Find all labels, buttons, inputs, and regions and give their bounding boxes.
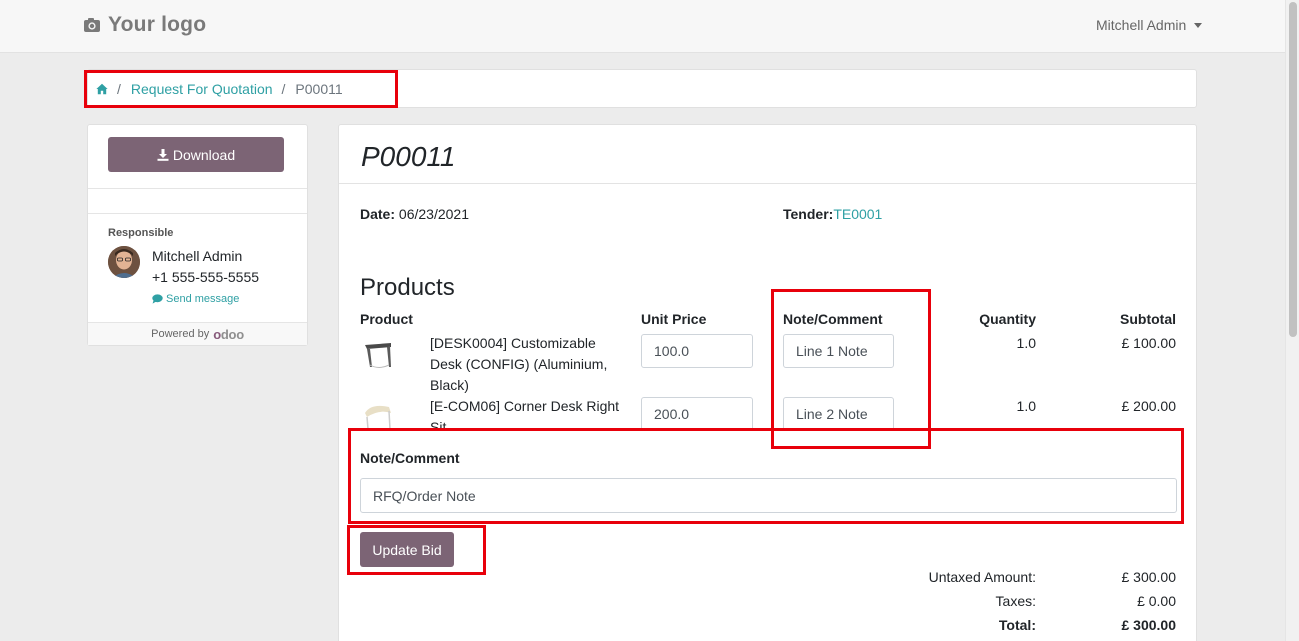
document-panel: P00011 Date: 06/23/2021 Tender:TE0001 Pr… <box>338 124 1197 641</box>
send-message-label: Send message <box>166 293 240 305</box>
line-note-input[interactable] <box>783 334 894 368</box>
responsible-label: Responsible <box>108 227 174 239</box>
odoo-logo[interactable]: odoo <box>213 327 244 342</box>
products-heading: Products <box>360 274 455 301</box>
responsible-phone: +1 555-555-5555 <box>152 269 260 285</box>
taxes-value: £ 0.00 <box>1137 593 1176 609</box>
user-menu[interactable]: Mitchell Admin <box>1096 17 1203 33</box>
top-navbar: Your logo Mitchell Admin <box>0 0 1285 53</box>
caret-down-icon <box>1194 22 1203 28</box>
divider <box>339 183 1196 184</box>
untaxed-amount-value: £ 300.00 <box>1121 569 1177 585</box>
subtotal-value: £ 200.00 <box>1121 398 1177 414</box>
breadcrumb-separator: / <box>117 80 121 97</box>
tender-link[interactable]: TE0001 <box>833 206 882 222</box>
order-date: Date: 06/23/2021 <box>360 206 469 222</box>
responsible-name: Mitchell Admin <box>152 248 243 264</box>
quantity-value: 1.0 <box>1016 335 1036 351</box>
line-note-input[interactable] <box>783 397 894 429</box>
powered-by: Powered by odoo <box>88 322 307 345</box>
product-image <box>365 405 391 429</box>
user-name: Mitchell Admin <box>1096 17 1187 33</box>
products-table-body: [DESK0004] Customizable Desk (CONFIG) (A… <box>339 325 1196 429</box>
quantity-value: 1.0 <box>1016 398 1036 414</box>
product-name: [DESK0004] Customizable Desk (CONFIG) (A… <box>430 335 608 393</box>
home-icon[interactable] <box>96 83 108 95</box>
breadcrumb-current: P00011 <box>295 80 343 97</box>
taxes-label: Taxes: <box>995 593 1036 609</box>
total-value: £ 300.00 <box>1121 617 1177 633</box>
download-button[interactable]: Download <box>108 137 284 172</box>
untaxed-amount-label: Untaxed Amount: <box>928 569 1036 585</box>
unit-price-input[interactable] <box>641 334 753 368</box>
total-label: Total: <box>998 617 1036 633</box>
unit-price-input[interactable] <box>641 397 753 429</box>
logo-text: Your logo <box>108 13 207 36</box>
update-bid-button[interactable]: Update Bid <box>360 532 454 567</box>
download-icon <box>157 148 169 161</box>
send-message-link[interactable]: Send message <box>152 293 239 305</box>
tender-info: Tender:TE0001 <box>783 206 882 222</box>
divider <box>88 188 307 189</box>
divider <box>88 213 307 214</box>
avatar-image <box>108 246 140 278</box>
page-scrollbar[interactable] <box>1285 0 1299 641</box>
subtotal-value: £ 100.00 <box>1121 335 1177 351</box>
scrollbar-thumb[interactable] <box>1289 2 1297 337</box>
odoo-logo-first: o <box>213 326 221 342</box>
avatar <box>108 246 140 278</box>
sidebar-panel: Download Responsible Mitchell Admin +1 5… <box>87 124 308 346</box>
order-note-input[interactable] <box>360 478 1177 513</box>
breadcrumb-link-rfq[interactable]: Request For Quotation <box>131 81 273 97</box>
company-logo[interactable]: Your logo <box>83 13 206 37</box>
order-note-label: Note/Comment <box>360 450 460 466</box>
breadcrumb: / Request For Quotation / P00011 <box>87 69 1197 108</box>
odoo-logo-rest: doo <box>220 326 244 342</box>
product-name: [E-COM06] Corner Desk Right Sit <box>430 398 620 429</box>
powered-by-label: Powered by <box>151 328 210 340</box>
date-value: 06/23/2021 <box>398 206 469 222</box>
comment-icon <box>152 294 163 304</box>
camera-icon <box>84 18 100 32</box>
download-label: Download <box>172 146 236 163</box>
date-label: Date: <box>360 206 396 222</box>
tender-label: Tender: <box>783 206 834 222</box>
page-title: P00011 <box>361 141 456 172</box>
product-image <box>365 343 391 368</box>
breadcrumb-separator: / <box>281 80 286 97</box>
